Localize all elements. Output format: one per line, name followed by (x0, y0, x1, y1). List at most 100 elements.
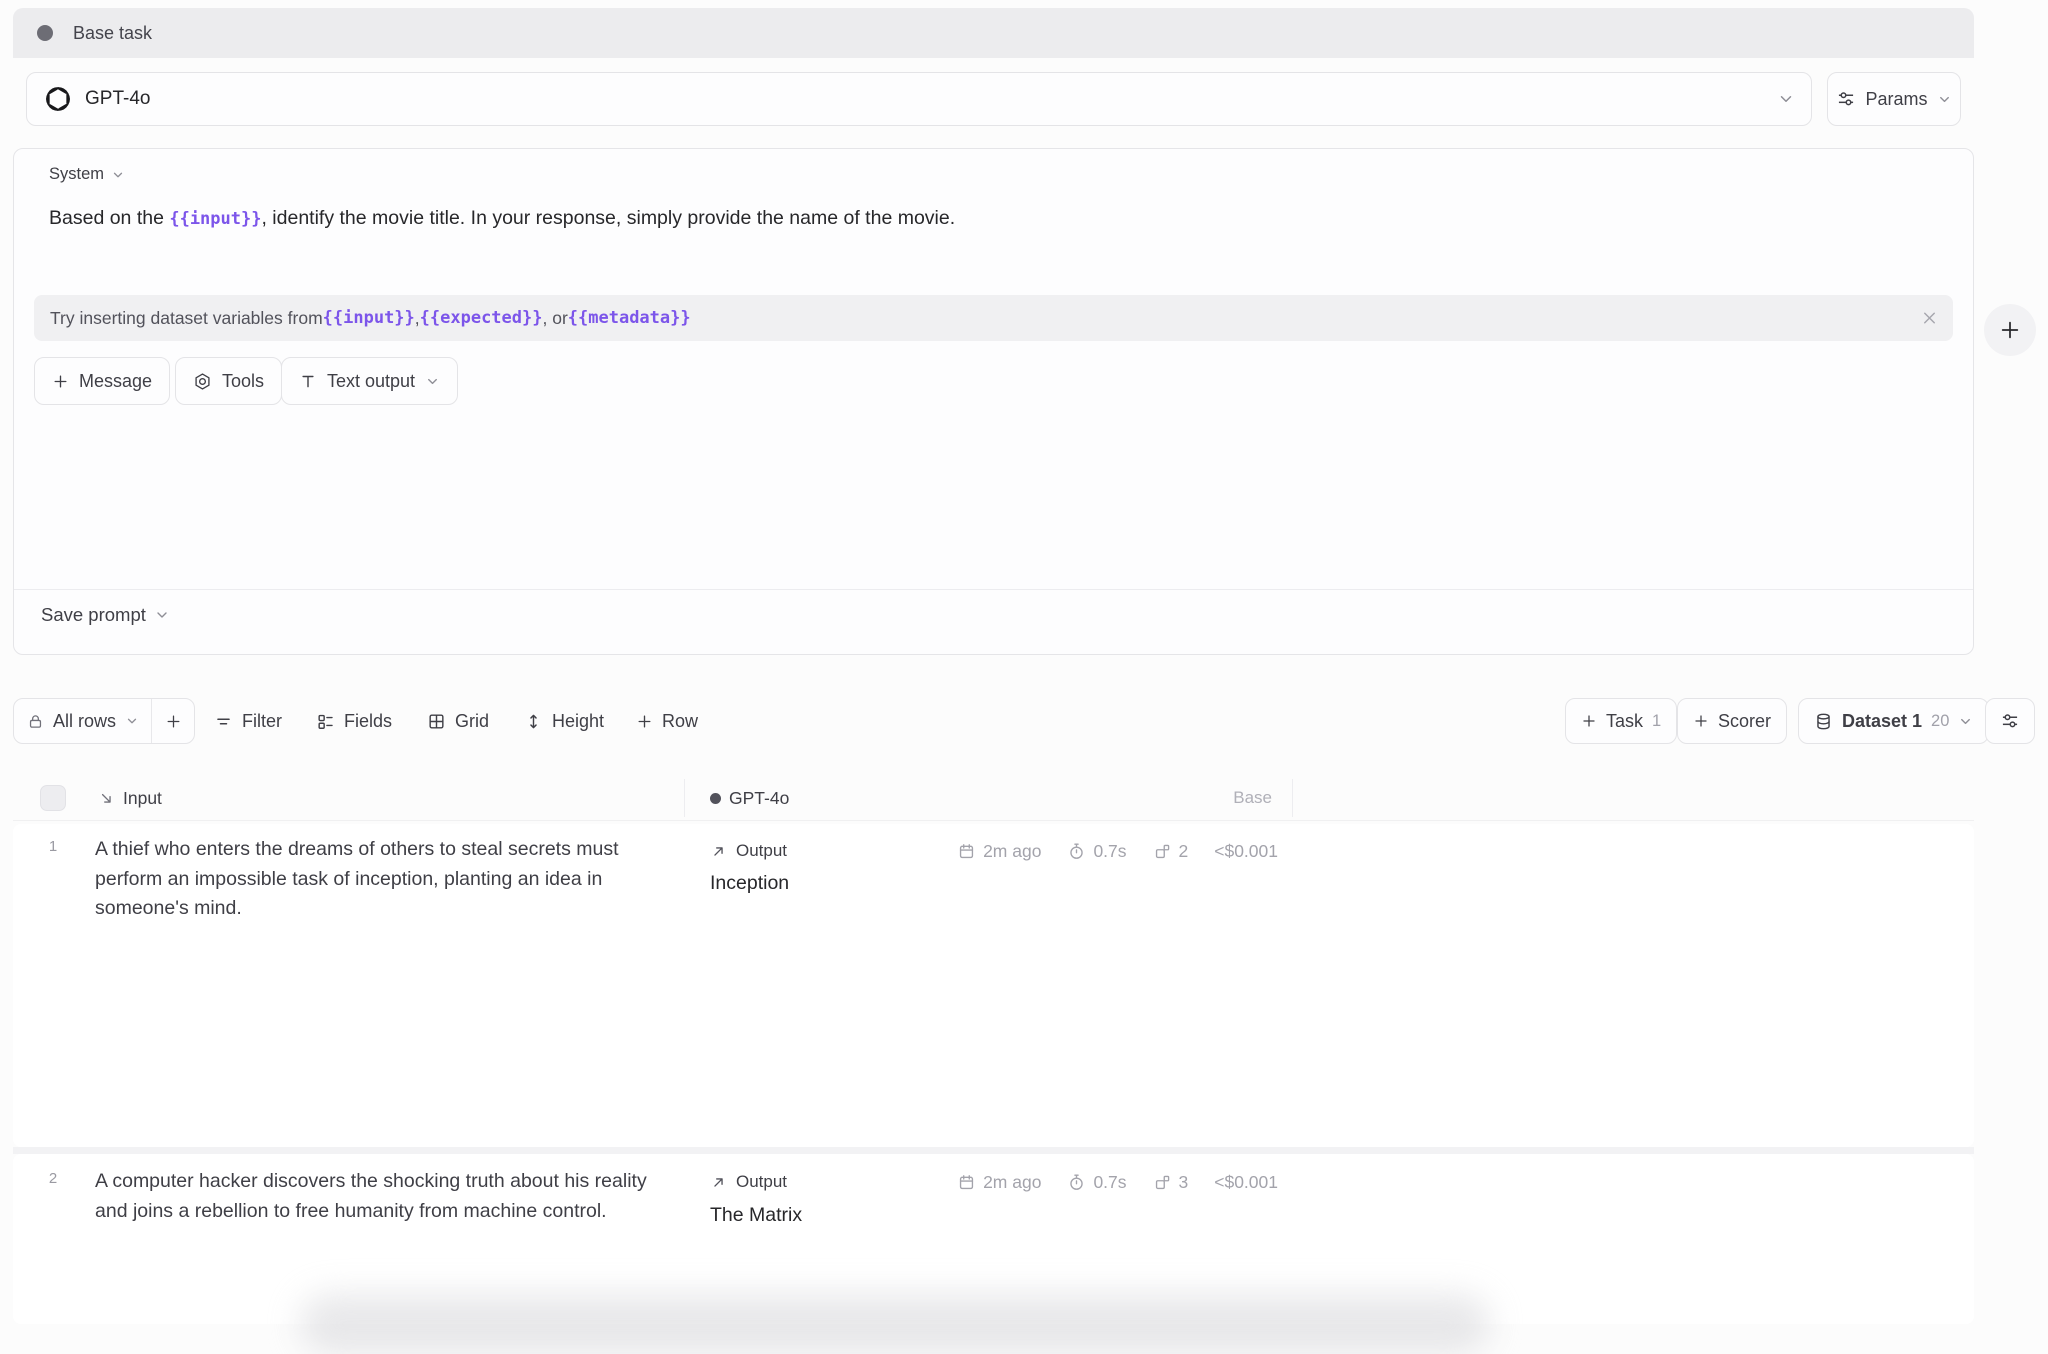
arrow-up-right-icon (710, 843, 727, 860)
fields-icon (316, 712, 335, 731)
tools-icon (193, 372, 212, 391)
grid-button[interactable]: Grid (427, 698, 489, 744)
chevron-down-icon (425, 374, 440, 389)
prompt-input-variable: {{input}} (169, 209, 261, 229)
row-meta: 2m ago 0.7s 2 <$0.001 (898, 841, 1278, 862)
tokens-icon (1153, 842, 1172, 861)
output-cell-header: Output (710, 841, 787, 861)
plus-icon (52, 373, 69, 390)
hint-prefix: Try inserting dataset variables from (50, 308, 323, 329)
add-scorer-button[interactable]: Scorer (1677, 698, 1787, 744)
height-label: Height (552, 711, 604, 732)
timer-icon (1067, 842, 1086, 861)
plus-icon (1581, 713, 1597, 729)
hint-var-expected: {{expected}} (420, 308, 543, 328)
latency-value: 0.7s (1093, 1172, 1126, 1193)
add-task-button[interactable]: Task 1 (1565, 698, 1677, 744)
close-icon[interactable] (1920, 309, 1939, 328)
hint-var-metadata: {{metadata}} (568, 308, 691, 328)
task-title: Base task (73, 23, 152, 44)
grid-icon (427, 712, 446, 731)
time-ago: 2m ago (983, 841, 1041, 862)
prompt-text-before: Based on the (49, 207, 169, 229)
openai-logo-icon (45, 86, 71, 112)
params-label: Params (1865, 89, 1927, 110)
model-column-label: GPT-4o (729, 788, 789, 809)
arrow-up-right-icon (710, 1174, 727, 1191)
output-cell-header: Output (710, 1172, 787, 1192)
database-icon (1814, 712, 1833, 731)
dataset-name: Dataset 1 (1842, 711, 1922, 732)
timestamp: 2m ago (957, 1172, 1041, 1193)
tools-button[interactable]: Tools (175, 357, 282, 405)
chevron-down-icon (111, 168, 125, 182)
row-input-cell[interactable]: A computer hacker discovers the shocking… (95, 1167, 683, 1226)
prompt-text-after: , identify the movie title. In your resp… (261, 207, 955, 229)
tokens-value: 3 (1179, 1172, 1189, 1193)
model-selector[interactable]: GPT-4o (26, 72, 1812, 126)
add-row-button[interactable]: Row (636, 698, 698, 744)
chevron-down-icon (125, 714, 139, 728)
cost-value: <$0.001 (1214, 1172, 1278, 1193)
height-button[interactable]: Height (524, 698, 604, 744)
tokens-value: 2 (1179, 841, 1189, 862)
time-ago: 2m ago (983, 1172, 1041, 1193)
filter-label: Filter (242, 711, 282, 732)
message-role-selector[interactable]: System (49, 165, 125, 184)
grid-label: Grid (455, 711, 489, 732)
dataset-button[interactable]: Dataset 1 20 (1798, 698, 1989, 744)
plus-icon (636, 713, 653, 730)
table-row[interactable]: 1 A thief who enters the dreams of other… (13, 824, 1974, 1147)
task-header-bar: Base task (13, 8, 1974, 58)
output-value[interactable]: Inception (710, 872, 789, 895)
column-header-input[interactable]: Input (98, 775, 162, 821)
model-status-dot (710, 793, 721, 804)
dataset-row-count: 20 (1931, 712, 1949, 731)
sliders-icon (1836, 89, 1856, 109)
cost-value: <$0.001 (1214, 841, 1278, 862)
params-button[interactable]: Params (1827, 72, 1961, 126)
filter-icon (214, 712, 233, 731)
input-column-label: Input (123, 788, 162, 809)
panel-divider (14, 589, 1973, 590)
message-label: Message (79, 371, 152, 392)
add-message-button[interactable]: Message (34, 357, 170, 405)
latency-value: 0.7s (1093, 841, 1126, 862)
chevron-down-icon (1958, 714, 1973, 729)
select-all-checkbox[interactable] (40, 785, 66, 811)
save-prompt-label: Save prompt (41, 604, 146, 626)
hint-var-input: {{input}} (323, 308, 415, 328)
column-divider (1292, 779, 1293, 817)
output-label: Output (736, 841, 787, 861)
latency: 0.7s (1067, 1172, 1126, 1193)
row-meta: 2m ago 0.7s 3 <$0.001 (898, 1172, 1278, 1193)
chevron-down-icon (1937, 92, 1952, 107)
add-view-button[interactable] (152, 699, 194, 743)
all-rows-selector[interactable]: All rows (14, 699, 151, 743)
save-prompt-button[interactable]: Save prompt (41, 604, 170, 626)
calendar-icon (957, 1173, 976, 1192)
role-label: System (49, 165, 104, 184)
calendar-icon (957, 842, 976, 861)
scorer-label: Scorer (1718, 711, 1771, 732)
column-header-model[interactable]: GPT-4o (710, 775, 789, 821)
arrow-down-right-icon (98, 790, 115, 807)
plus-icon (1693, 713, 1709, 729)
lock-icon (27, 713, 44, 730)
timer-icon (1067, 1173, 1086, 1192)
prompt-editor[interactable]: Based on the {{input}}, identify the mov… (49, 203, 1809, 234)
row-input-cell[interactable]: A thief who enters the dreams of others … (95, 835, 683, 924)
cost: <$0.001 (1214, 1172, 1278, 1193)
output-label: Output (736, 1172, 787, 1192)
task-label: Task (1606, 711, 1643, 732)
grid-settings-button[interactable] (1985, 698, 2035, 744)
latency: 0.7s (1067, 841, 1126, 862)
table-header: Input GPT-4o Base (13, 775, 1974, 821)
add-task-floating-button[interactable] (1984, 304, 2036, 356)
filter-button[interactable]: Filter (214, 698, 282, 744)
token-count: 2 (1153, 841, 1189, 862)
text-output-button[interactable]: Text output (281, 357, 458, 405)
fields-button[interactable]: Fields (316, 698, 392, 744)
dataset-variables-hint: Try inserting dataset variables from {{i… (34, 295, 1953, 341)
output-value[interactable]: The Matrix (710, 1204, 802, 1227)
